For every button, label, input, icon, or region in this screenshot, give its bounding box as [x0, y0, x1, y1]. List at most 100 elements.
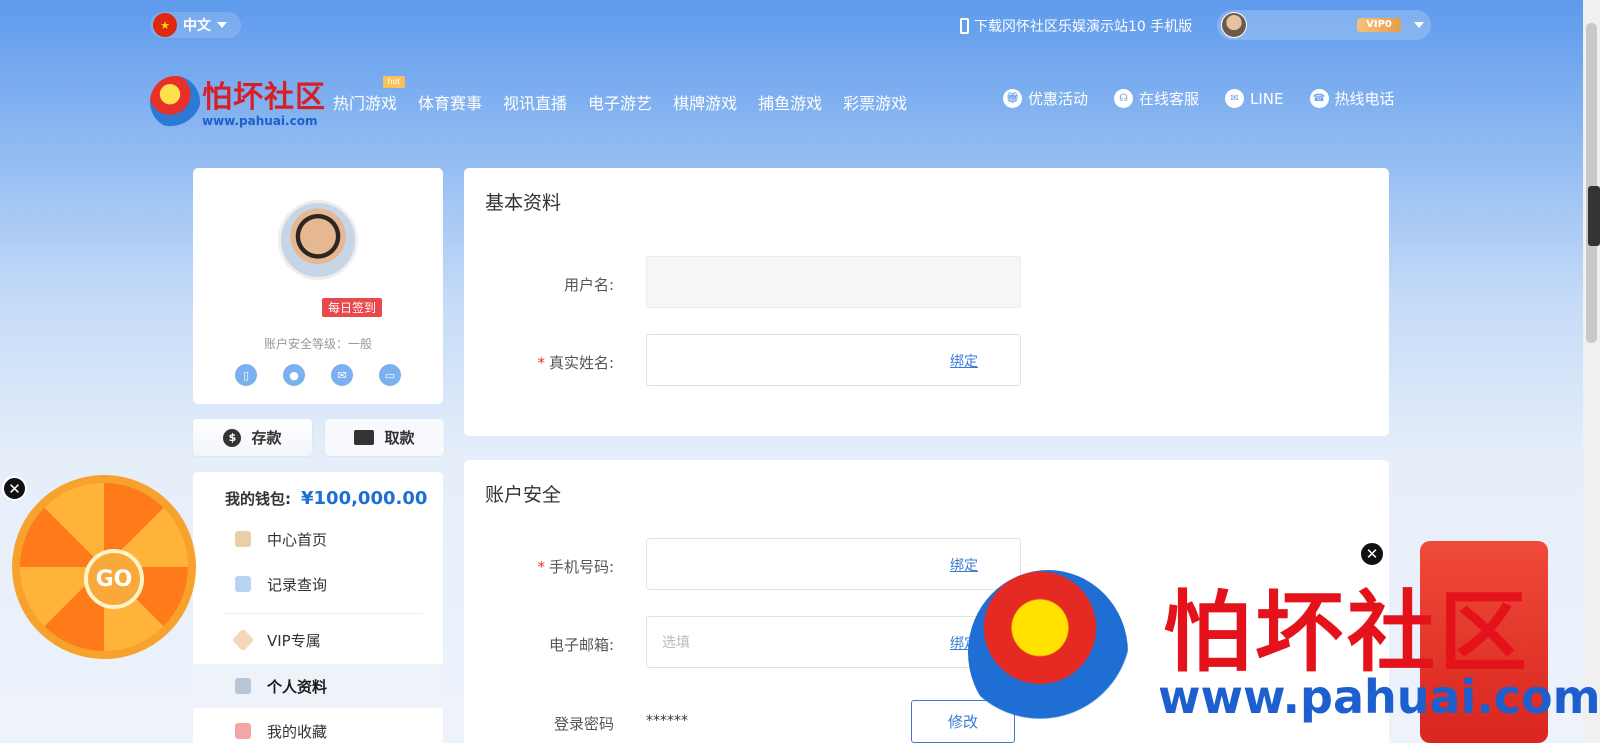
email-placeholder: 选填 — [662, 635, 690, 651]
sidebar-item-favorites[interactable]: 我的收藏 — [193, 709, 443, 743]
required-mark: * — [537, 558, 545, 576]
mail-icon[interactable]: ✉ — [331, 364, 353, 386]
nav-item-fishing[interactable]: 捕鱼游戏 — [758, 90, 822, 114]
chevron-down-icon — [217, 22, 227, 28]
sidebar-menu: 我的钱包: ¥100,000.00 中心首页 记录查询 VIP专属 个人资料 我… — [193, 472, 443, 743]
ad-close-button[interactable]: ✕ — [1359, 541, 1385, 567]
bind-phone-link[interactable]: 绑定 — [950, 555, 978, 575]
hotline-label: 热线电话 — [1334, 90, 1395, 108]
star-icon — [235, 723, 251, 739]
sidebar-item-label: 中心首页 — [267, 530, 328, 549]
security-icons: ▯ ● ✉ ▭ — [235, 364, 401, 386]
nav-item-card-games[interactable]: 棋牌游戏 — [673, 90, 737, 114]
mobile-icon[interactable]: ▯ — [235, 364, 257, 386]
chevron-down-icon — [1414, 22, 1424, 28]
language-label: 中文 — [183, 18, 211, 34]
phone-icon — [960, 18, 969, 34]
china-flag-icon: ★ — [153, 13, 177, 37]
card-icon[interactable]: ▭ — [379, 364, 401, 386]
customer-service-link[interactable]: ☊ 在线客服 — [1114, 88, 1199, 109]
deposit-button[interactable]: $ 存款 — [193, 419, 312, 456]
nav-item-live-video[interactable]: 视讯直播 — [503, 90, 567, 114]
daily-checkin-button[interactable]: 每日签到 — [322, 298, 383, 317]
phone-label-text: 手机号码: — [548, 558, 614, 576]
line-link[interactable]: ✉ LINE — [1225, 88, 1284, 109]
mobile-download-link[interactable]: 下载冈怀社区乐娱演示站10 手机版 — [960, 16, 1192, 36]
realname-field[interactable]: 绑定 — [646, 334, 1021, 386]
line-icon: ✉ — [1225, 89, 1245, 108]
password-label: 登录密码 — [553, 715, 614, 733]
profile-card: 每日签到 账户安全等级：一般 ▯ ● ✉ ▭ — [193, 168, 443, 404]
phone-field[interactable]: 绑定 — [646, 538, 1021, 590]
sidebar-item-vip[interactable]: VIP专属 — [193, 618, 443, 662]
record-icon — [235, 576, 251, 592]
telephone-icon: ☎ — [1309, 89, 1329, 108]
gift-icon: 🎁︎ — [1003, 89, 1022, 108]
modify-password-button[interactable]: 修改 — [911, 700, 1015, 743]
coin-icon: $ — [223, 428, 242, 447]
vip-badge: VIP0 — [1357, 18, 1401, 32]
vip-diamond-icon — [231, 628, 255, 652]
fish-logo-icon — [150, 76, 200, 128]
deposit-label: 存款 — [251, 429, 282, 447]
nav-item-hot-games[interactable]: 热门游戏 hot — [333, 76, 405, 114]
bind-email-link[interactable]: 绑定 — [950, 633, 978, 653]
security-level: 账户安全等级：一般 — [263, 337, 372, 351]
nav-item-sports[interactable]: 体育赛事 — [418, 90, 482, 114]
nav-item-lottery[interactable]: 彩票游戏 — [843, 90, 907, 114]
top-bar: ★ 中文 下载冈怀社区乐娱演示站10 手机版 VIP0 — [0, 0, 1583, 50]
email-label: 电子邮箱: — [548, 636, 614, 654]
account-security-panel: 账户安全 * 手机号码: 绑定 电子邮箱: 选填 绑定 登录密码 ****** 修… — [464, 460, 1389, 743]
email-field[interactable]: 选填 绑定 — [646, 616, 1021, 668]
realname-label: * 真实姓名: — [464, 352, 614, 373]
download-text: 下载冈怀社区乐娱演示站10 手机版 — [974, 19, 1193, 35]
sidebar-item-label: 个人资料 — [267, 677, 328, 696]
username-field — [646, 256, 1021, 308]
wheel-go-button[interactable]: GO — [84, 549, 144, 609]
panel-title: 账户安全 — [485, 484, 562, 506]
bind-realname-link[interactable]: 绑定 — [950, 351, 978, 371]
username-label: 用户名: — [563, 276, 614, 294]
nav-quick-links: 🎁︎ 优惠活动 ☊ 在线客服 ✉ LINE ☎ 热线电话 — [1003, 88, 1395, 109]
wheel-close-button[interactable]: ✕ — [2, 476, 27, 501]
profile-card-icon — [235, 678, 251, 694]
phone-label: * 手机号码: — [464, 556, 614, 577]
side-scroll-handle[interactable] — [1588, 186, 1600, 246]
scrollbar[interactable] — [1583, 0, 1600, 743]
home-icon — [235, 531, 251, 547]
customer-service-label: 在线客服 — [1139, 90, 1200, 108]
sidebar-item-label: 我的收藏 — [267, 722, 328, 741]
panel-title: 基本资料 — [485, 192, 562, 214]
sidebar-item-profile[interactable]: 个人资料 — [193, 664, 443, 708]
promotions-link[interactable]: 🎁︎ 优惠活动 — [1003, 88, 1088, 109]
user-icon[interactable]: ● — [283, 364, 305, 386]
sidebar-item-label: VIP专属 — [267, 631, 321, 650]
red-packet-widget[interactable] — [1420, 541, 1548, 743]
avatar[interactable] — [278, 200, 358, 280]
sidebar-item-records[interactable]: 记录查询 — [193, 562, 443, 606]
site-logo[interactable]: 怕坏社区 www.pahuai.com — [150, 72, 330, 132]
withdraw-label: 取款 — [384, 429, 415, 447]
headset-icon: ☊ — [1114, 89, 1134, 108]
wallet-icon — [354, 430, 375, 445]
logo-url: www.pahuai.com — [202, 114, 318, 128]
nav-item-slots[interactable]: 电子游艺 — [588, 90, 652, 114]
nav-menu: 热门游戏 hot 体育赛事 视讯直播 电子游艺 棋牌游戏 捕鱼游戏 彩票游戏 — [333, 76, 907, 114]
language-selector[interactable]: ★ 中文 — [150, 12, 241, 38]
user-avatar — [1221, 12, 1247, 38]
wallet-balance: 我的钱包: ¥100,000.00 — [225, 488, 427, 509]
sidebar-item-label: 记录查询 — [267, 575, 328, 594]
hotline-link[interactable]: ☎ 热线电话 — [1309, 88, 1395, 109]
divider — [223, 613, 423, 614]
nav-item-label: 热门游戏 — [333, 94, 398, 113]
hot-badge: hot — [383, 76, 405, 88]
withdraw-button[interactable]: 取款 — [325, 419, 444, 456]
password-value: ****** — [646, 713, 688, 729]
scrollbar-thumb[interactable] — [1586, 23, 1597, 343]
line-label: LINE — [1250, 89, 1284, 108]
lucky-wheel-widget[interactable]: GO — [12, 475, 196, 659]
wallet-amount: ¥100,000.00 — [301, 488, 428, 509]
sidebar-item-home[interactable]: 中心首页 — [193, 517, 443, 561]
required-mark: * — [537, 354, 545, 372]
user-menu[interactable]: VIP0 — [1217, 10, 1431, 40]
